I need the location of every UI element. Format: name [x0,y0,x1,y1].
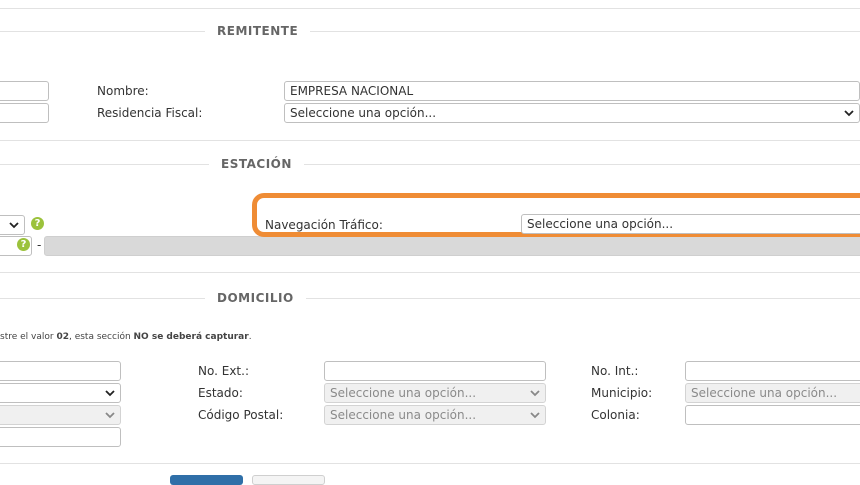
nombre-label: Nombre: [97,84,149,98]
no-ext-input[interactable] [324,361,546,381]
chevron-down-icon [105,412,115,419]
note-end: . [248,332,252,342]
codigo-postal-label: Código Postal: [198,408,284,422]
note-value: 02 [56,332,69,342]
municipio-label: Municipio: [591,386,653,400]
domicilio-note: stre el valor 02, esta sección NO se deb… [0,332,252,342]
chevron-down-icon [105,390,115,397]
colonia-input[interactable] [685,405,860,425]
estado-value: Seleccione una opción... [330,386,477,400]
estado-select[interactable]: Seleccione una opción... [324,383,546,403]
footer-divider [0,463,860,464]
estacion-divider [0,164,860,165]
id-input[interactable] [0,103,49,123]
chevron-down-icon [9,222,19,229]
section-title-remitente: REMITENTE [205,24,311,38]
top-divider [0,8,860,9]
help-icon[interactable]: ? [31,217,44,230]
navegacion-trafico-value: Seleccione una opción... [527,217,674,231]
save-button[interactable] [170,475,243,485]
nombre-input[interactable]: EMPRESA NACIONAL [284,81,860,101]
residencia-fiscal-label: Residencia Fiscal: [97,106,203,120]
help-icon[interactable]: ? [17,238,30,251]
navegacion-trafico-label: Navegación Tráfico: [265,218,383,232]
estacion-name-readonly [44,236,860,256]
pais-select[interactable] [0,383,121,403]
section-title-estacion: ESTACIÓN [209,157,304,171]
chevron-down-icon [530,390,540,397]
residencia-fiscal-value: Seleccione una opción... [290,106,437,120]
estacion-select[interactable] [0,215,25,235]
section-title-domicilio: DOMICILIO [205,291,306,305]
residencia-fiscal-select[interactable]: Seleccione una opción... [284,103,860,123]
note-prefix: stre el valor [0,332,57,342]
domicilio-divider [0,298,860,299]
dash-separator: - [37,238,42,252]
cancel-button[interactable] [252,475,325,485]
calle-input[interactable] [0,361,121,381]
navegacion-trafico-select[interactable]: Seleccione una opción... [521,214,860,234]
codigo-postal-select[interactable]: Seleccione una opción... [324,405,546,425]
note-emphasis: NO se deberá capturar [133,332,249,342]
localidad-select[interactable] [0,405,121,425]
no-int-label: No. Int.: [591,364,639,378]
estado-label: Estado: [198,386,243,400]
no-int-input[interactable] [685,361,860,381]
note-middle: , esta sección [68,332,134,342]
remitente-divider [0,31,860,32]
separator-line [0,140,860,141]
rfc-input[interactable] [0,81,49,101]
municipio-value: Seleccione una opción... [691,386,838,400]
no-ext-label: No. Ext.: [198,364,249,378]
chevron-down-icon [844,110,854,117]
chevron-down-icon [530,412,540,419]
codigo-postal-value: Seleccione una opción... [330,408,477,422]
municipio-select[interactable]: Seleccione una opción... [685,383,860,403]
referencia-input[interactable] [0,427,121,447]
colonia-label: Colonia: [591,408,640,422]
separator-line [0,272,860,273]
